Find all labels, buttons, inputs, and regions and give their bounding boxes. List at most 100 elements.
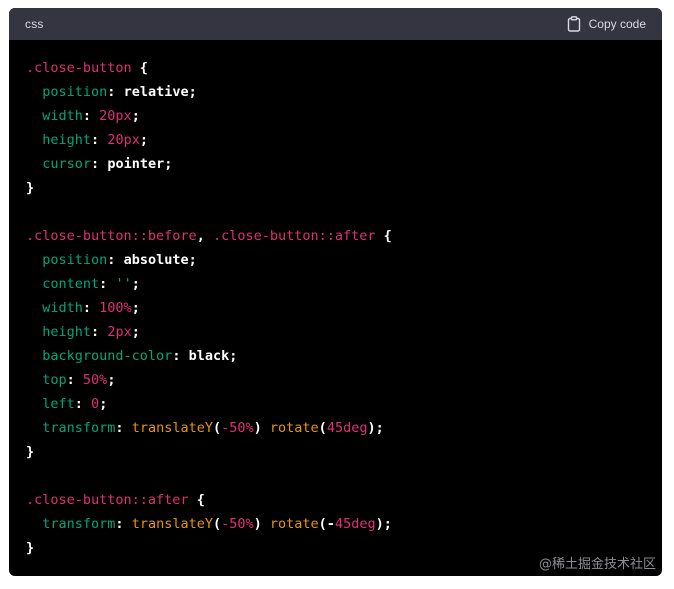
code-token: left <box>42 396 75 412</box>
code-token: ( <box>318 420 327 436</box>
code-token: ; <box>131 276 140 292</box>
code-token: 2px <box>107 324 132 340</box>
code-line: transform: translateY(-50%) rotate(45deg… <box>26 416 645 440</box>
code-token: ; <box>164 156 173 172</box>
code-token: } <box>26 540 35 556</box>
code-token: height <box>42 132 92 148</box>
code-line: height: 20px; <box>26 128 645 152</box>
copy-code-label: Copy code <box>588 17 646 31</box>
code-token: pointer <box>107 156 165 172</box>
code-line: } <box>26 176 645 200</box>
code-token: .close-button::before <box>26 228 197 244</box>
code-token: ; <box>229 348 238 364</box>
code-token: position <box>42 252 108 268</box>
code-token: position <box>42 84 108 100</box>
code-line: position: relative; <box>26 80 645 104</box>
code-token: ); <box>375 516 392 532</box>
code-token: , <box>196 228 213 244</box>
code-token: absolute <box>123 252 189 268</box>
code-token: rotate <box>269 516 319 532</box>
code-line: transform: translateY(-50%) rotate(-45de… <box>26 512 645 536</box>
code-token: { <box>131 60 148 76</box>
code-line: background-color: black; <box>26 344 645 368</box>
code-token: ; <box>107 372 116 388</box>
code-line: position: absolute; <box>26 248 645 272</box>
code-token: 45deg <box>334 516 376 532</box>
code-token: ); <box>367 420 384 436</box>
watermark: @稀土掘金技术社区 <box>538 557 656 572</box>
code-token: ; <box>131 300 140 316</box>
code-token: width <box>42 300 83 316</box>
code-token: : <box>91 132 108 148</box>
code-line: width: 20px; <box>26 104 645 128</box>
code-content: .close-button { position: relative; widt… <box>9 40 662 576</box>
code-token: transform <box>42 516 116 532</box>
code-line: width: 100%; <box>26 296 645 320</box>
code-line: .close-button::after { <box>26 488 645 512</box>
code-token: ; <box>139 132 148 148</box>
code-token: width <box>42 108 83 124</box>
code-token: background-color <box>42 348 173 364</box>
code-token: content <box>42 276 100 292</box>
code-token: 20px <box>99 108 132 124</box>
code-token: (- <box>318 516 335 532</box>
code-line: left: 0; <box>26 392 645 416</box>
code-token: 50% <box>82 372 108 388</box>
code-token: '' <box>115 276 132 292</box>
code-token: ; <box>131 324 140 340</box>
code-token: : <box>115 420 132 436</box>
clipboard-icon <box>567 16 581 32</box>
code-token: } <box>26 444 35 460</box>
code-token: transform <box>42 420 116 436</box>
code-token: rotate <box>269 420 319 436</box>
code-token: : <box>66 372 83 388</box>
code-token: -50% <box>221 516 254 532</box>
code-token: ; <box>131 108 140 124</box>
language-label: css <box>25 17 44 31</box>
code-token: : <box>82 300 100 316</box>
code-line: } <box>26 440 645 464</box>
code-token: cursor <box>42 156 92 172</box>
code-token: { <box>188 492 205 508</box>
code-token: { <box>375 228 392 244</box>
code-token: ; <box>188 84 197 100</box>
code-token: } <box>26 180 35 196</box>
code-token: : <box>107 84 124 100</box>
code-token: ) <box>253 516 270 532</box>
code-token: .close-button <box>26 60 132 76</box>
code-line: cursor: pointer; <box>26 152 645 176</box>
code-token: .close-button::after <box>212 228 376 244</box>
code-token: ( <box>212 516 222 532</box>
code-token: : <box>107 252 124 268</box>
code-token: relative <box>123 84 189 100</box>
code-token: black <box>188 348 230 364</box>
code-token: top <box>42 372 67 388</box>
code-token: : <box>91 156 108 172</box>
code-token: translateY <box>131 420 213 436</box>
code-token: ; <box>99 396 108 412</box>
code-token: 45deg <box>326 420 368 436</box>
code-token: -50% <box>221 420 254 436</box>
code-token: : <box>82 108 100 124</box>
code-token: : <box>99 276 116 292</box>
code-token: : <box>115 516 132 532</box>
code-token: ) <box>253 420 270 436</box>
copy-code-button[interactable]: Copy code <box>567 16 646 32</box>
code-line: height: 2px; <box>26 320 645 344</box>
code-token: .close-button::after <box>26 492 189 508</box>
code-token: ( <box>212 420 222 436</box>
code-line: .close-button { <box>26 56 645 80</box>
